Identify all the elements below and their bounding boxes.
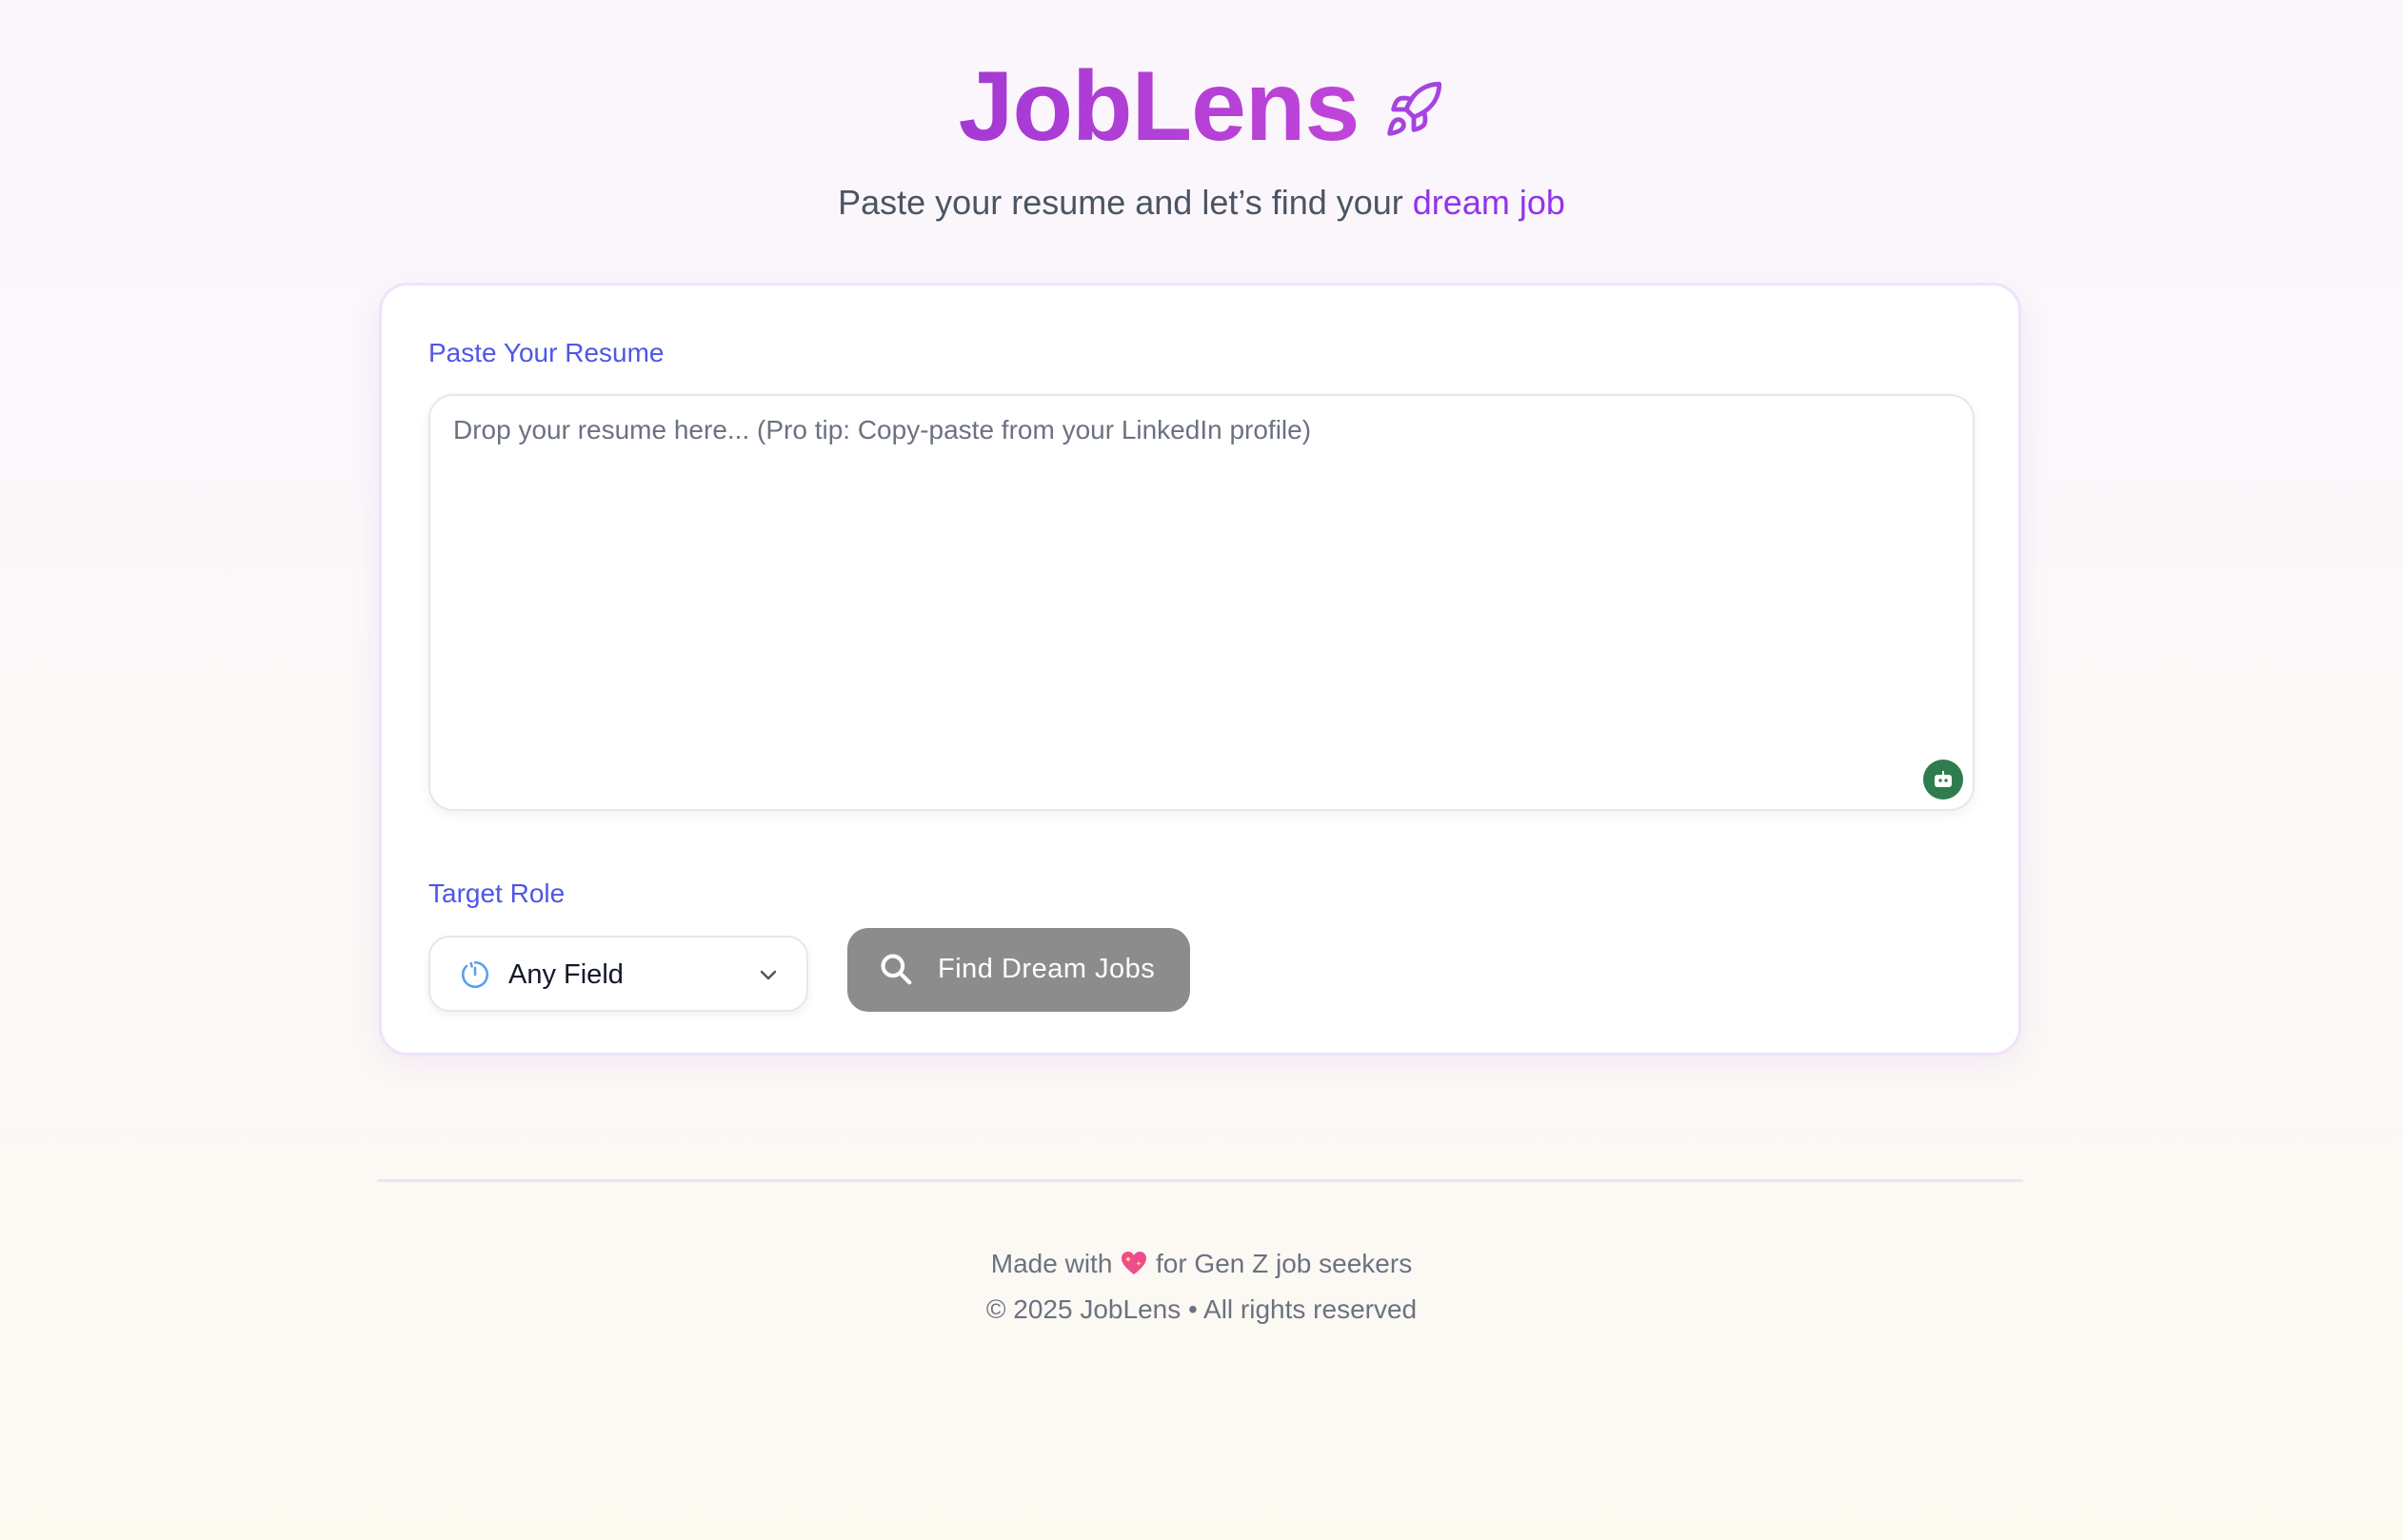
resume-textarea[interactable]: Drop your resume here... (Pro tip: Copy-…: [428, 394, 1975, 811]
title-row: JobLens: [0, 49, 2403, 164]
subtitle: Paste your resume and let’s find your dr…: [0, 179, 2403, 227]
target-role-value: Any Field: [508, 959, 624, 990]
subtitle-accent: dream job: [1412, 183, 1565, 222]
find-dream-jobs-button[interactable]: Find Dream Jobs: [847, 928, 1190, 1012]
rocket-icon: [1387, 81, 1442, 136]
robot-glyph-icon: [1935, 771, 1952, 787]
search-icon: [881, 954, 912, 985]
target-role-label: Target Role: [428, 879, 566, 908]
subtitle-text: Paste your resume and let’s find your: [838, 183, 1413, 222]
footer-copyright: © 2025 JobLens • All rights reserved: [985, 1294, 1418, 1324]
spinner-icon: [462, 960, 489, 988]
footer-made-with: Made with for Gen Z job seekers: [0, 1247, 2403, 1281]
resume-form-card: Paste Your Resume Drop your resume here.…: [379, 283, 2021, 1056]
app-title: JobLens: [958, 51, 1360, 162]
footer-divider: [377, 1179, 2023, 1182]
grammarly-icon[interactable]: [1923, 760, 1963, 800]
target-role-select[interactable]: Any Field: [428, 936, 808, 1012]
made-with-suffix: for Gen Z job seekers: [1155, 1249, 1413, 1278]
sparkling-heart-icon: [1122, 1252, 1147, 1274]
resume-label: Paste Your Resume: [428, 338, 665, 367]
made-with-prefix: Made with: [990, 1249, 1113, 1278]
resume-placeholder: Drop your resume here... (Pro tip: Copy-…: [453, 415, 1312, 444]
find-dream-jobs-label: Find Dream Jobs: [938, 954, 1156, 984]
chevron-down-icon: [760, 970, 777, 980]
